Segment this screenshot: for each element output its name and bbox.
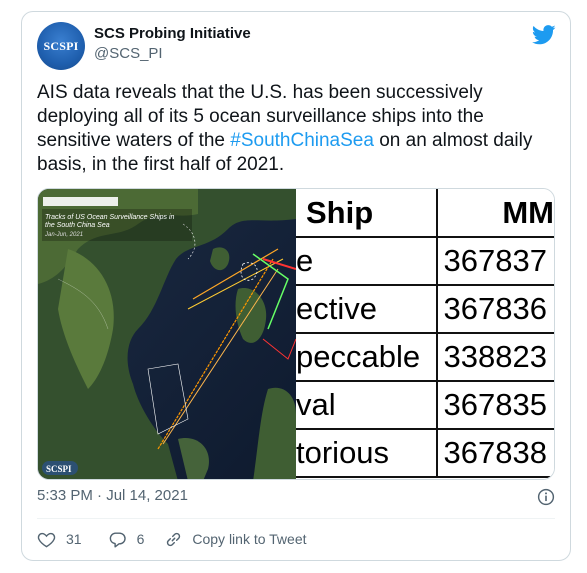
link-icon <box>167 532 181 546</box>
avatar-text: SCSPI <box>43 38 79 53</box>
copy-link-label: Copy link to Tweet <box>192 531 307 547</box>
table-row: peccable 338823 <box>296 333 554 382</box>
hashtag-link[interactable]: #SouthChinaSea <box>230 130 374 151</box>
reply-icon <box>109 531 126 547</box>
author-handle[interactable]: @SCS_PI <box>94 45 163 62</box>
map-subtitle: Jan-Jun, 2021 <box>45 232 84 238</box>
ship-tracks-map[interactable]: Tracks of US Ocean Surveillance Ships in… <box>38 189 297 479</box>
tweet-card: SCSPI SCS Probing Initiative @SCS_PI AIS… <box>21 11 571 561</box>
twitter-bird-icon[interactable] <box>532 25 556 45</box>
reply-count: 6 <box>136 531 145 547</box>
table-cell-ship: val <box>296 381 438 430</box>
table-cell-ship: peccable <box>296 333 438 382</box>
table-cell-mmsi: 367838 <box>436 429 554 478</box>
ship-table-image[interactable]: Ship MM e 367837 ective 367836 peccable … <box>296 189 554 479</box>
table-cell-ship: e <box>296 237 438 286</box>
ship-table: Ship MM e 367837 ective 367836 peccable … <box>296 189 554 478</box>
tweet-timestamp[interactable]: 5:33 PM · Jul 14, 2021 <box>37 487 188 504</box>
table-row: e 367837 <box>296 237 554 286</box>
table-cell-ship: torious <box>296 429 438 478</box>
table-cell-mmsi: 338823 <box>436 333 554 382</box>
table-header-row: Ship MM <box>296 189 554 238</box>
table-cell-mmsi: 367835 <box>436 381 554 430</box>
like-count: 31 <box>66 531 82 547</box>
divider <box>37 518 555 519</box>
tweet-text: AIS data reveals that the U.S. has been … <box>37 81 557 177</box>
author-name[interactable]: SCS Probing Initiative <box>94 25 251 42</box>
table-cell-ship: ective <box>296 285 438 334</box>
tweet-actions: 31 6 Copy link to Tweet <box>37 528 307 550</box>
reply-button[interactable]: 6 <box>108 530 145 549</box>
map-logo: SCSPI <box>46 464 72 474</box>
table-header-ship: Ship <box>296 189 438 238</box>
table-row: ective 367836 <box>296 285 554 334</box>
heart-icon <box>37 532 56 547</box>
copy-link-button[interactable]: Copy link to Tweet <box>164 530 307 549</box>
table-row: torious 367838 <box>296 429 554 478</box>
tweet-media[interactable]: Tracks of US Ocean Surveillance Ships in… <box>37 188 555 480</box>
table-cell-mmsi: 367837 <box>436 237 554 286</box>
map-title: Tracks of US Ocean Surveillance Ships in… <box>45 214 175 229</box>
table-row: val 367835 <box>296 381 554 430</box>
like-button[interactable]: 31 <box>37 530 82 549</box>
author-avatar[interactable]: SCSPI <box>37 22 85 70</box>
table-cell-mmsi: 367836 <box>436 285 554 334</box>
info-icon[interactable] <box>537 488 555 506</box>
table-header-mmsi: MM <box>436 189 554 238</box>
